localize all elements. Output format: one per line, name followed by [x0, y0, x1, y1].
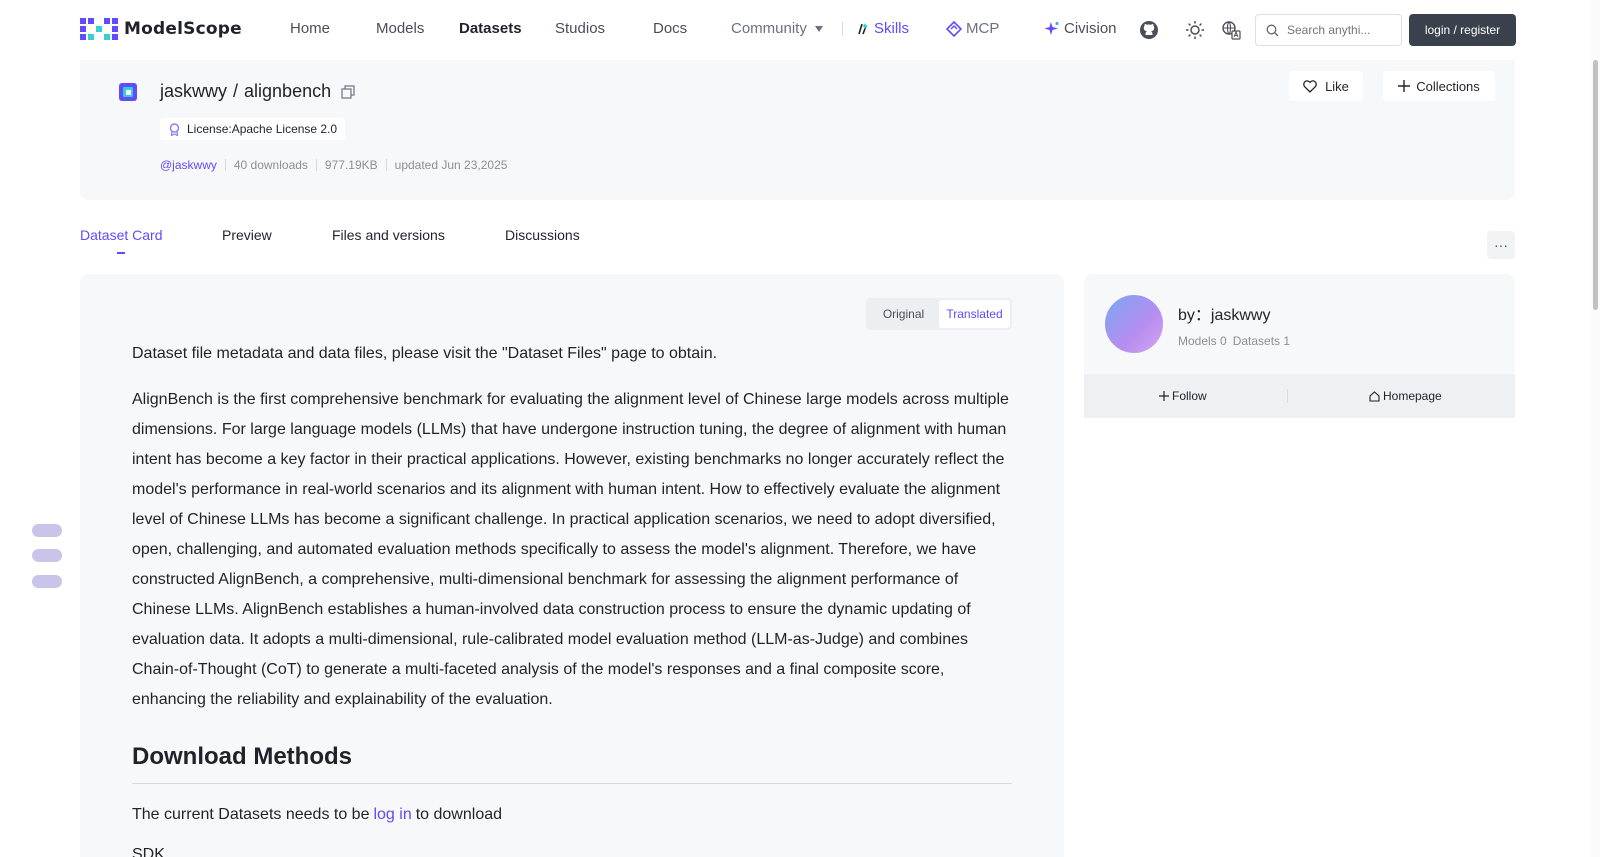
meta-divider	[385, 159, 387, 171]
dataset-icon	[118, 82, 138, 102]
license-text: License:Apache License 2.0	[187, 122, 338, 136]
login-notice-suffix: to download	[415, 806, 503, 823]
search-icon	[1266, 24, 1279, 36]
nav-skills[interactable]: Skills	[856, 20, 909, 37]
author-name[interactable]: by：jaskwwy	[1178, 301, 1270, 325]
original-toggle-button[interactable]: Original	[868, 300, 939, 328]
login-notice: The current Datasets needs to be log in to…	[132, 806, 502, 824]
dataset-name: alignbench	[244, 81, 332, 101]
copy-icon[interactable]	[341, 84, 355, 99]
nav-docs[interactable]: Docs	[653, 20, 687, 37]
language-icon[interactable]	[1220, 19, 1242, 41]
nav-datasets[interactable]: Datasets	[459, 20, 522, 37]
intro-paragraph: Dataset file metadata and data files, pl…	[132, 345, 718, 362]
floating-toc-pill[interactable]	[32, 524, 62, 537]
actions-divider	[1287, 389, 1288, 403]
homepage-label: Homepage	[1383, 389, 1442, 403]
sparkle-icon	[1044, 21, 1059, 35]
tab-files-and-versions[interactable]: Files and versions	[332, 227, 445, 243]
author-datasets-count[interactable]: Datasets 1	[1233, 334, 1290, 348]
search-box[interactable]	[1255, 14, 1402, 46]
theme-sun-icon[interactable]	[1184, 19, 1206, 41]
translated-toggle-button[interactable]: Translated	[939, 300, 1010, 328]
like-button[interactable]: Like	[1289, 71, 1363, 101]
login-register-button[interactable]: login / register	[1409, 14, 1516, 46]
nav-divider	[842, 22, 843, 36]
homepage-button[interactable]: Homepage	[1369, 389, 1442, 403]
translation-toggle: Original Translated	[866, 298, 1012, 330]
license-icon	[169, 122, 180, 136]
author-link[interactable]: @jaskwwy	[160, 158, 217, 172]
nav-models[interactable]: Models	[376, 20, 424, 37]
search-input[interactable]	[1287, 23, 1387, 37]
plus-icon	[1398, 80, 1411, 92]
nav-mcp[interactable]: MCP	[946, 20, 999, 37]
author-actions-bar	[1084, 374, 1515, 418]
skills-icon	[858, 22, 868, 34]
heart-icon	[1303, 79, 1317, 93]
mcp-icon	[946, 20, 962, 37]
nav-community[interactable]: Community	[731, 20, 823, 37]
updated-date: updated Jun 23,2025	[394, 158, 508, 172]
dataset-owner-link[interactable]: jaskwwy	[160, 81, 227, 102]
modelscope-logo[interactable]: ModelScope	[80, 18, 242, 40]
nav-mcp-label: MCP	[966, 20, 1000, 37]
scrollbar-thumb[interactable]	[1593, 60, 1598, 310]
modelscope-logo-icon	[80, 18, 118, 40]
tab-preview[interactable]: Preview	[222, 227, 272, 243]
floating-toc-pill[interactable]	[32, 549, 62, 562]
tab-dataset-card[interactable]: Dataset Card	[80, 227, 162, 243]
plus-icon	[1159, 391, 1169, 401]
log-in-link[interactable]: log in	[373, 806, 411, 823]
nav-skills-label: Skills	[874, 20, 910, 37]
author-stats: Models 0 Datasets 1	[1178, 334, 1290, 348]
login-notice-prefix: The current Datasets needs to be	[132, 806, 370, 823]
meta-divider	[315, 159, 317, 171]
github-icon[interactable]	[1138, 19, 1160, 41]
chevron-down-icon	[814, 26, 823, 33]
license-badge[interactable]: License:Apache License 2.0	[160, 118, 346, 140]
nav-community-label: Community	[731, 20, 807, 37]
heading-divider	[132, 783, 1012, 784]
collections-label: Collections	[1416, 78, 1480, 94]
dataset-title: jaskwwy / alignbench	[160, 81, 355, 102]
sdk-heading: SDK	[132, 846, 165, 857]
more-options-button[interactable]: ···	[1487, 231, 1515, 259]
floating-toc-pill[interactable]	[32, 575, 62, 588]
like-label: Like	[1325, 78, 1349, 94]
tab-discussions[interactable]: Discussions	[505, 227, 580, 243]
nav-home[interactable]: Home	[290, 20, 330, 37]
download-count: 40 downloads	[233, 158, 308, 172]
author-models-count[interactable]: Models 0	[1178, 334, 1227, 348]
avatar[interactable]	[1105, 295, 1163, 353]
nav-studios[interactable]: Studios	[555, 20, 605, 37]
download-methods-heading: Download Methods	[132, 743, 352, 770]
meta-divider	[224, 159, 226, 171]
dataset-meta: @jaskwwy 40 downloads 977.19KB updated J…	[160, 158, 507, 172]
top-navbar: ModelScope Home Models Datasets Studios …	[0, 0, 1600, 60]
title-slash: /	[233, 81, 239, 101]
dataset-size: 977.19KB	[324, 158, 378, 172]
nav-civision[interactable]: Civision	[1044, 20, 1117, 37]
brand-name: ModelScope	[124, 19, 242, 39]
home-icon	[1369, 390, 1380, 402]
active-tab-indicator	[117, 252, 125, 254]
nav-civision-label: Civision	[1064, 20, 1117, 37]
follow-button[interactable]: Follow	[1159, 389, 1207, 403]
follow-label: Follow	[1172, 389, 1207, 403]
collections-button[interactable]: Collections	[1383, 71, 1495, 101]
description-paragraph: AlignBench is the first comprehensive be…	[132, 391, 1009, 708]
